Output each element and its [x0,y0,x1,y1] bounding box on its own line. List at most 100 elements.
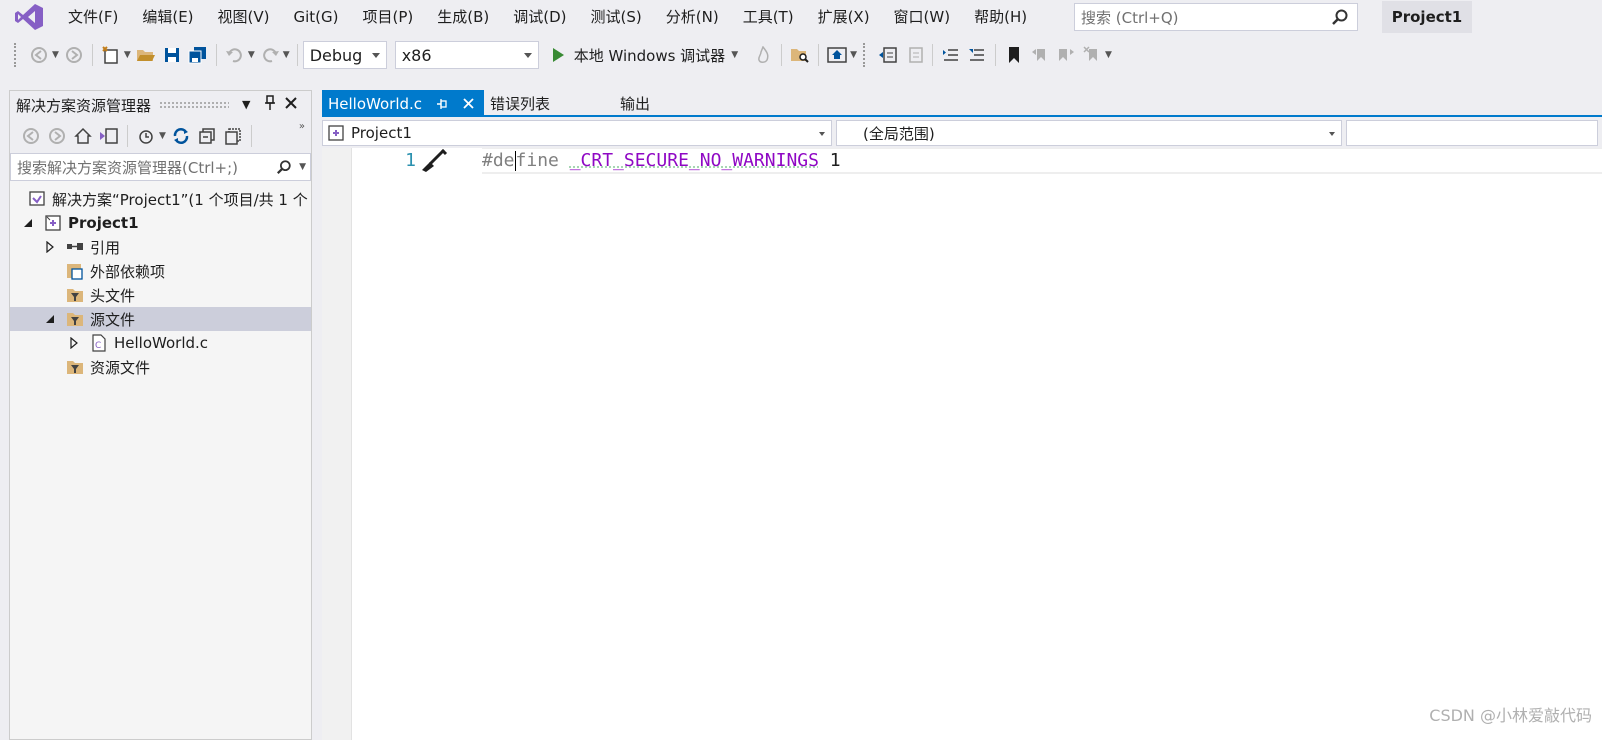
tree-item-references[interactable]: 引用 [10,235,311,259]
indent-icon[interactable] [938,42,964,68]
save-icon[interactable] [159,42,185,68]
menu-edit[interactable]: 编辑(E) [130,0,205,34]
home-icon[interactable] [70,123,96,149]
chevron-down-icon [1329,132,1335,136]
filter-folder-icon [66,286,84,304]
menu-view[interactable]: 视图(V) [206,0,282,34]
solution-explorer-search-input[interactable]: 搜索解决方案资源管理器(Ctrl+;) ▼ [10,153,311,181]
code-editor[interactable]: 1 #define _CRT_SECURE_NO_WARNINGS 1 [322,148,1602,740]
menu-help[interactable]: 帮助(H) [962,0,1039,34]
solution-configuration-select[interactable]: Debug [302,41,387,69]
chevron-down-icon[interactable]: ▼ [159,131,166,141]
global-search-input[interactable]: 搜索 (Ctrl+Q) [1074,3,1358,31]
chevron-down-icon[interactable]: ▼ [1105,50,1112,60]
collapse-all-icon[interactable] [194,123,220,149]
toolbar-separator [215,44,217,66]
tab-error-list[interactable]: 错误列表 [490,90,550,117]
menu-project[interactable]: 项目(P) [351,0,426,34]
chevron-down-icon[interactable]: ▼ [52,50,59,60]
overflow-chevron-icon[interactable]: » [299,121,305,132]
toolbar-grip[interactable] [14,43,18,67]
member-dropdown[interactable] [1346,120,1598,146]
solution-explorer-titlebar[interactable]: 解决方案资源管理器 ▼ [10,91,311,119]
new-project-icon[interactable] [98,42,124,68]
save-all-icon[interactable] [185,42,211,68]
hot-reload-icon[interactable] [750,42,776,68]
standard-toolbar: ▼ ▼ ▼ ▼ Debug x86 本地 Windows 调试器 ▼ ▼ ▼ [0,38,1602,72]
tree-item-source-files[interactable]: 源文件 [10,307,311,331]
menu-analyze[interactable]: 分析(N) [654,0,731,34]
outdent-icon[interactable] [964,42,990,68]
next-bookmark-icon[interactable] [1053,42,1079,68]
header-files-label: 头文件 [90,286,136,305]
source-files-label: 源文件 [90,310,136,329]
menu-extensions[interactable]: 扩展(X) [806,0,882,34]
find-in-files-icon[interactable] [787,42,813,68]
menu-git[interactable]: Git(G) [282,0,351,34]
chevron-down-icon[interactable]: ▼ [124,50,131,60]
undo-icon[interactable] [222,42,248,68]
preprocessor-directive-rest: fine [515,150,570,171]
pending-changes-filter-icon[interactable] [133,123,159,149]
expander-icon[interactable] [44,241,56,253]
tree-item-solution[interactable]: 解决方案“Project1”(1 个项目/共 1 个 [10,187,311,211]
tab-output[interactable]: 输出 [620,90,650,117]
scope-dropdown[interactable]: (全局范围) [836,120,1342,146]
menu-debug[interactable]: 调试(D) [501,0,578,34]
pin-icon[interactable] [436,96,448,114]
solution-platform-select[interactable]: x86 [394,41,539,69]
open-folder-icon[interactable] [133,42,159,68]
chevron-down-icon[interactable]: ▼ [850,50,857,60]
expander-icon[interactable] [44,313,56,325]
code-line-1[interactable]: #define _CRT_SECURE_NO_WARNINGS 1 [482,148,1602,174]
expander-icon[interactable] [68,337,80,349]
chevron-down-icon[interactable]: ▼ [731,50,738,60]
forward-icon[interactable] [61,42,87,68]
bookmark-icon[interactable] [1001,42,1027,68]
start-debugging-button[interactable]: 本地 Windows 调试器 ▼ [552,45,740,66]
tree-item-external-deps[interactable]: 外部依赖项 [10,259,311,283]
watermark: CSDN @小林爱敲代码 [1429,706,1592,725]
back-icon[interactable] [26,42,52,68]
uncomment-icon[interactable] [901,42,927,68]
menu-file[interactable]: 文件(F) [56,0,130,34]
switch-views-icon[interactable] [96,123,122,149]
project-dropdown[interactable]: Project1 [322,120,832,146]
resource-files-label: 资源文件 [90,358,151,377]
menu-tools[interactable]: 工具(T) [731,0,806,34]
menu-test[interactable]: 测试(S) [579,0,654,34]
toggle-comment-icon[interactable] [875,42,901,68]
close-icon[interactable] [284,95,298,114]
expander-icon[interactable] [22,217,34,229]
tree-item-helloworld-c[interactable]: C HelloWorld.c [10,331,311,355]
toolbar-separator [127,125,128,147]
window-menu-icon[interactable]: ▼ [242,98,250,111]
chevron-down-icon[interactable]: ▼ [283,50,290,60]
tree-item-project[interactable]: Project1 [10,211,311,235]
menu-window[interactable]: 窗口(W) [882,0,963,34]
brush-icon[interactable] [418,148,448,178]
tab-helloworld-c[interactable]: HelloWorld.c [322,90,484,117]
previous-bookmark-icon[interactable] [1027,42,1053,68]
platform-value: x86 [401,45,432,65]
close-icon[interactable] [462,96,475,114]
pin-icon[interactable] [264,95,276,115]
se-search-placeholder: 搜索解决方案资源管理器(Ctrl+;) [17,158,239,177]
tree-item-header-files[interactable]: 头文件 [10,283,311,307]
forward-icon[interactable] [44,123,70,149]
toolbar-grip[interactable] [863,43,867,67]
tree-item-resource-files[interactable]: 资源文件 [10,355,311,379]
chevron-down-icon[interactable]: ▼ [248,50,255,60]
project-icon [327,124,345,142]
show-all-files-icon[interactable] [220,123,246,149]
redo-icon[interactable] [257,42,283,68]
nav-scope-label: (全局范围) [863,124,935,143]
menu-build[interactable]: 生成(B) [425,0,501,34]
clear-bookmarks-icon[interactable] [1079,42,1105,68]
home-icon[interactable] [824,42,850,68]
references-label: 引用 [90,238,121,257]
back-icon[interactable] [18,123,44,149]
svg-text:C: C [95,341,101,351]
sync-icon[interactable] [168,123,194,149]
chevron-down-icon[interactable]: ▼ [299,162,306,172]
